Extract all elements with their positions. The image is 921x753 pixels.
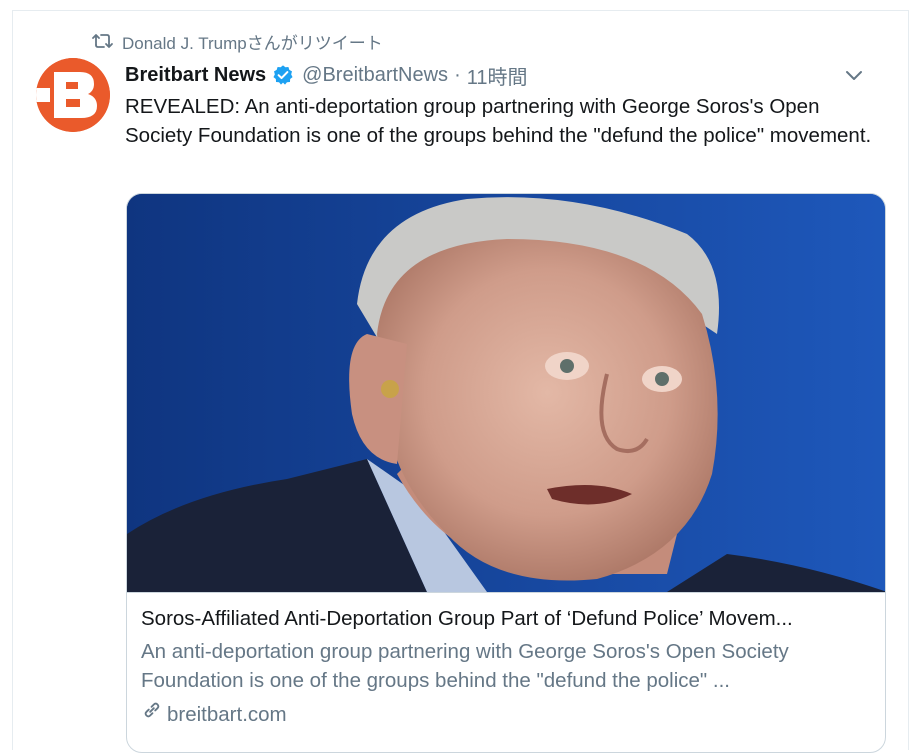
breitbart-logo-icon xyxy=(36,58,110,132)
chevron-down-icon[interactable] xyxy=(843,64,865,86)
retweet-context: Donald J. Trumpさんがリツイート xyxy=(92,29,383,54)
card-domain-text: breitbart.com xyxy=(167,702,287,726)
verified-badge-icon xyxy=(272,64,294,86)
avatar[interactable] xyxy=(36,58,110,132)
link-preview-card[interactable]: Soros-Affiliated Anti-Deportation Group … xyxy=(126,193,886,753)
separator-dot: · xyxy=(454,63,461,86)
retweet-icon xyxy=(92,32,114,50)
card-image[interactable] xyxy=(127,194,885,592)
tweet-header: Breitbart News @BreitbartNews · 11時間 xyxy=(125,60,885,90)
card-domain: breitbart.com xyxy=(141,699,873,729)
link-icon xyxy=(141,699,163,729)
tweet-timestamp[interactable]: 11時間 xyxy=(467,61,528,90)
tweet-text: REVEALED: An anti-deportation group part… xyxy=(125,95,872,147)
author-name[interactable]: Breitbart News xyxy=(125,64,266,87)
card-description: An anti-deportation group partnering wit… xyxy=(141,640,789,692)
author-handle[interactable]: @BreitbartNews xyxy=(302,64,448,87)
card-title[interactable]: Soros-Affiliated Anti-Deportation Group … xyxy=(141,605,873,633)
card-body[interactable]: Soros-Affiliated Anti-Deportation Group … xyxy=(127,592,885,729)
retweet-label[interactable]: Donald J. Trumpさんがリツイート xyxy=(122,29,383,54)
